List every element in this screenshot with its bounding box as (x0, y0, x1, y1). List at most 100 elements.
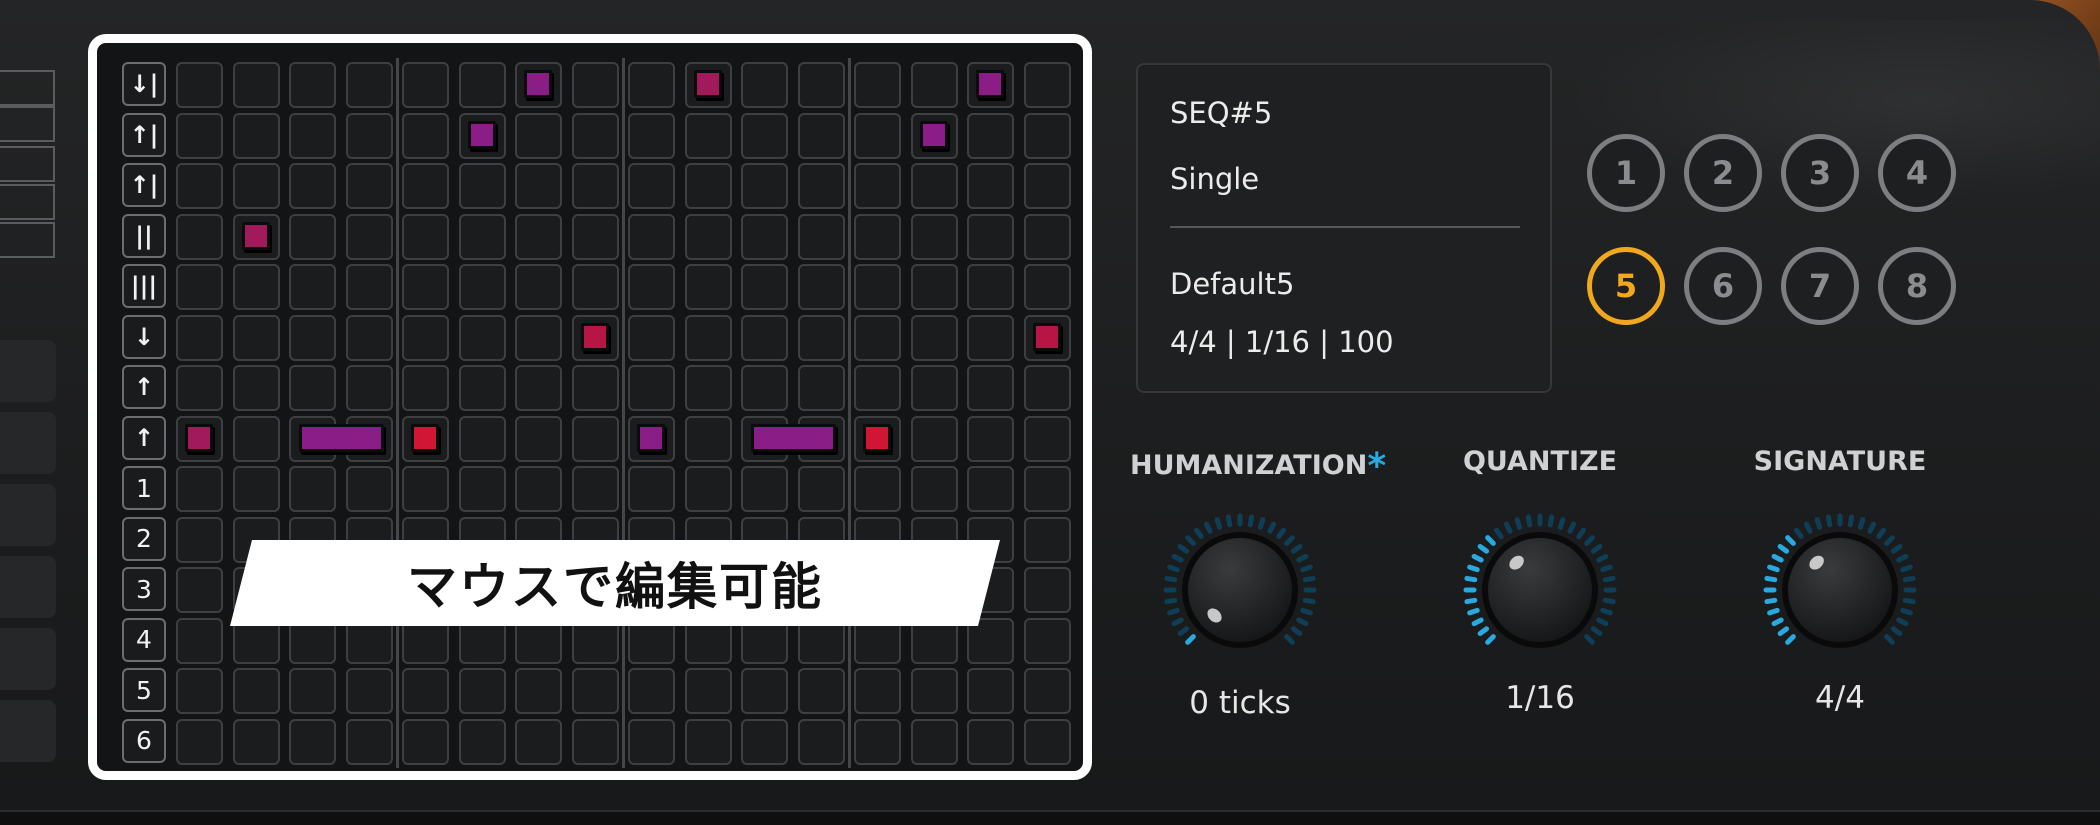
step-cell[interactable] (515, 163, 562, 209)
step-cell[interactable] (1023, 112, 1071, 159)
step-cell[interactable] (345, 718, 393, 765)
step-cell[interactable] (1023, 516, 1071, 563)
step-cell[interactable] (797, 112, 845, 159)
step-cell[interactable] (289, 365, 336, 411)
step-cell[interactable] (1023, 365, 1071, 411)
step-cell[interactable] (1023, 718, 1071, 765)
step-cell[interactable] (515, 264, 562, 310)
step-cell[interactable] (684, 718, 732, 765)
step-cell[interactable] (741, 466, 788, 512)
step-cell[interactable] (402, 718, 449, 765)
step-cell[interactable] (797, 264, 845, 310)
step-cell[interactable] (515, 466, 562, 512)
step-cell[interactable] (176, 314, 223, 361)
step-cell[interactable] (628, 668, 675, 714)
step-cell[interactable] (232, 314, 280, 361)
step-cell[interactable] (402, 213, 449, 260)
step-cell[interactable] (232, 163, 280, 209)
step-cell[interactable] (289, 62, 336, 108)
step-cell[interactable] (176, 718, 223, 765)
step-cell[interactable] (176, 213, 223, 260)
step-cell[interactable] (515, 415, 562, 462)
step-cell[interactable] (854, 264, 901, 310)
sequence-button-1[interactable]: 1 (1587, 134, 1665, 212)
step-cell[interactable] (628, 62, 675, 108)
step-cell[interactable] (515, 213, 562, 260)
step-cell[interactable] (571, 668, 619, 714)
sequence-button-7[interactable]: 7 (1781, 247, 1859, 325)
step-cell[interactable] (1023, 567, 1071, 613)
sequence-button-3[interactable]: 3 (1781, 134, 1859, 212)
step-cell[interactable] (458, 365, 506, 411)
step-cell[interactable] (967, 213, 1014, 260)
step-cell[interactable] (402, 264, 449, 310)
note-block[interactable] (467, 120, 496, 149)
note-block[interactable] (411, 423, 439, 452)
step-cell[interactable] (797, 62, 845, 108)
left-stub-pad[interactable] (0, 628, 56, 690)
step-cell[interactable] (910, 365, 958, 411)
step-cell[interactable] (854, 112, 901, 159)
step-cell[interactable] (967, 466, 1014, 512)
step-cell[interactable] (797, 314, 845, 361)
note-block[interactable] (976, 70, 1004, 98)
sequence-button-2[interactable]: 2 (1684, 134, 1762, 212)
left-stub-pad[interactable] (0, 556, 56, 618)
step-cell[interactable] (176, 516, 223, 563)
step-cell[interactable] (628, 718, 675, 765)
step-cell[interactable] (345, 62, 393, 108)
step-cell[interactable] (571, 112, 619, 159)
step-cell[interactable] (628, 213, 675, 260)
step-cell[interactable] (797, 365, 845, 411)
step-cell[interactable] (797, 213, 845, 260)
step-cell[interactable] (797, 718, 845, 765)
left-stub-pad[interactable] (0, 700, 56, 762)
step-cell[interactable] (458, 718, 506, 765)
step-cell[interactable] (910, 466, 958, 512)
step-cell[interactable] (458, 314, 506, 361)
step-cell[interactable] (967, 163, 1014, 209)
step-cell[interactable] (628, 466, 675, 512)
signature-knob[interactable] (1760, 510, 1920, 670)
step-cell[interactable] (176, 668, 223, 714)
step-cell[interactable] (402, 314, 449, 361)
step-cell[interactable] (854, 62, 901, 108)
step-cell[interactable] (910, 718, 958, 765)
step-cell[interactable] (176, 112, 223, 159)
step-cell[interactable] (232, 62, 280, 108)
step-cell[interactable] (232, 112, 280, 159)
step-cell[interactable] (515, 668, 562, 714)
step-cell[interactable] (741, 264, 788, 310)
sequence-button-5[interactable]: 5 (1587, 247, 1665, 325)
step-cell[interactable] (571, 415, 619, 462)
step-cell[interactable] (741, 314, 788, 361)
step-cell[interactable] (628, 314, 675, 361)
step-cell[interactable] (176, 567, 223, 613)
sequence-button-4[interactable]: 4 (1878, 134, 1956, 212)
step-cell[interactable] (232, 718, 280, 765)
note-block[interactable] (580, 322, 609, 351)
step-cell[interactable] (967, 112, 1014, 159)
step-cell[interactable] (515, 718, 562, 765)
quantize-knob[interactable] (1460, 510, 1620, 670)
step-cell[interactable] (967, 415, 1014, 462)
step-cell[interactable] (1023, 62, 1071, 108)
step-cell[interactable] (289, 213, 336, 260)
step-cell[interactable] (458, 163, 506, 209)
step-cell[interactable] (967, 264, 1014, 310)
step-cell[interactable] (458, 213, 506, 260)
step-cell[interactable] (1023, 264, 1071, 310)
step-cell[interactable] (910, 213, 958, 260)
humanization-knob[interactable] (1160, 510, 1320, 670)
step-cell[interactable] (458, 415, 506, 462)
step-cell[interactable] (402, 466, 449, 512)
step-cell[interactable] (854, 314, 901, 361)
step-cell[interactable] (854, 718, 901, 765)
step-cell[interactable] (515, 314, 562, 361)
step-cell[interactable] (345, 112, 393, 159)
step-cell[interactable] (854, 163, 901, 209)
step-cell[interactable] (232, 365, 280, 411)
step-cell[interactable] (967, 718, 1014, 765)
step-cell[interactable] (967, 314, 1014, 361)
step-cell[interactable] (854, 365, 901, 411)
